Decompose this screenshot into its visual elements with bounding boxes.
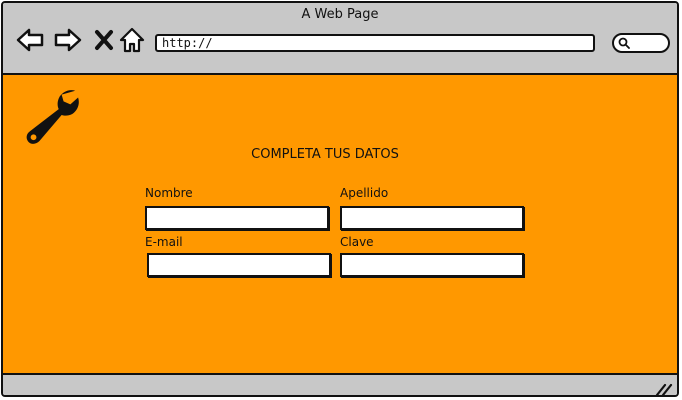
- search-icon: [618, 37, 630, 49]
- status-bar: [3, 373, 677, 397]
- browser-window: A Web Page http:// COMPLETA TUS DATOS No…: [1, 1, 679, 397]
- apellido-field[interactable]: [340, 206, 524, 230]
- nombre-label: Nombre: [145, 186, 193, 200]
- back-button[interactable]: [15, 25, 45, 55]
- search-box[interactable]: [612, 33, 670, 53]
- page-content: COMPLETA TUS DATOS Nombre Apellido E-mai…: [3, 75, 677, 373]
- forward-arrow-icon: [54, 28, 82, 52]
- resize-grip-icon[interactable]: [655, 381, 673, 397]
- browser-toolbar: A Web Page http://: [3, 3, 677, 75]
- apellido-label: Apellido: [340, 186, 389, 200]
- clave-field[interactable]: [340, 253, 524, 277]
- nombre-field[interactable]: [145, 206, 329, 230]
- clave-label: Clave: [340, 235, 374, 249]
- back-arrow-icon: [16, 28, 44, 52]
- url-bar[interactable]: http://: [155, 34, 595, 52]
- wrench-icon: [26, 90, 79, 144]
- stop-button[interactable]: [89, 25, 119, 55]
- home-button[interactable]: [117, 25, 147, 55]
- home-icon: [119, 27, 145, 53]
- close-x-icon: [95, 30, 113, 50]
- email-label: E-mail: [145, 235, 183, 249]
- email-field[interactable]: [147, 253, 331, 277]
- page-title: COMPLETA TUS DATOS: [251, 147, 399, 162]
- window-title: A Web Page: [301, 7, 379, 22]
- forward-button[interactable]: [53, 25, 83, 55]
